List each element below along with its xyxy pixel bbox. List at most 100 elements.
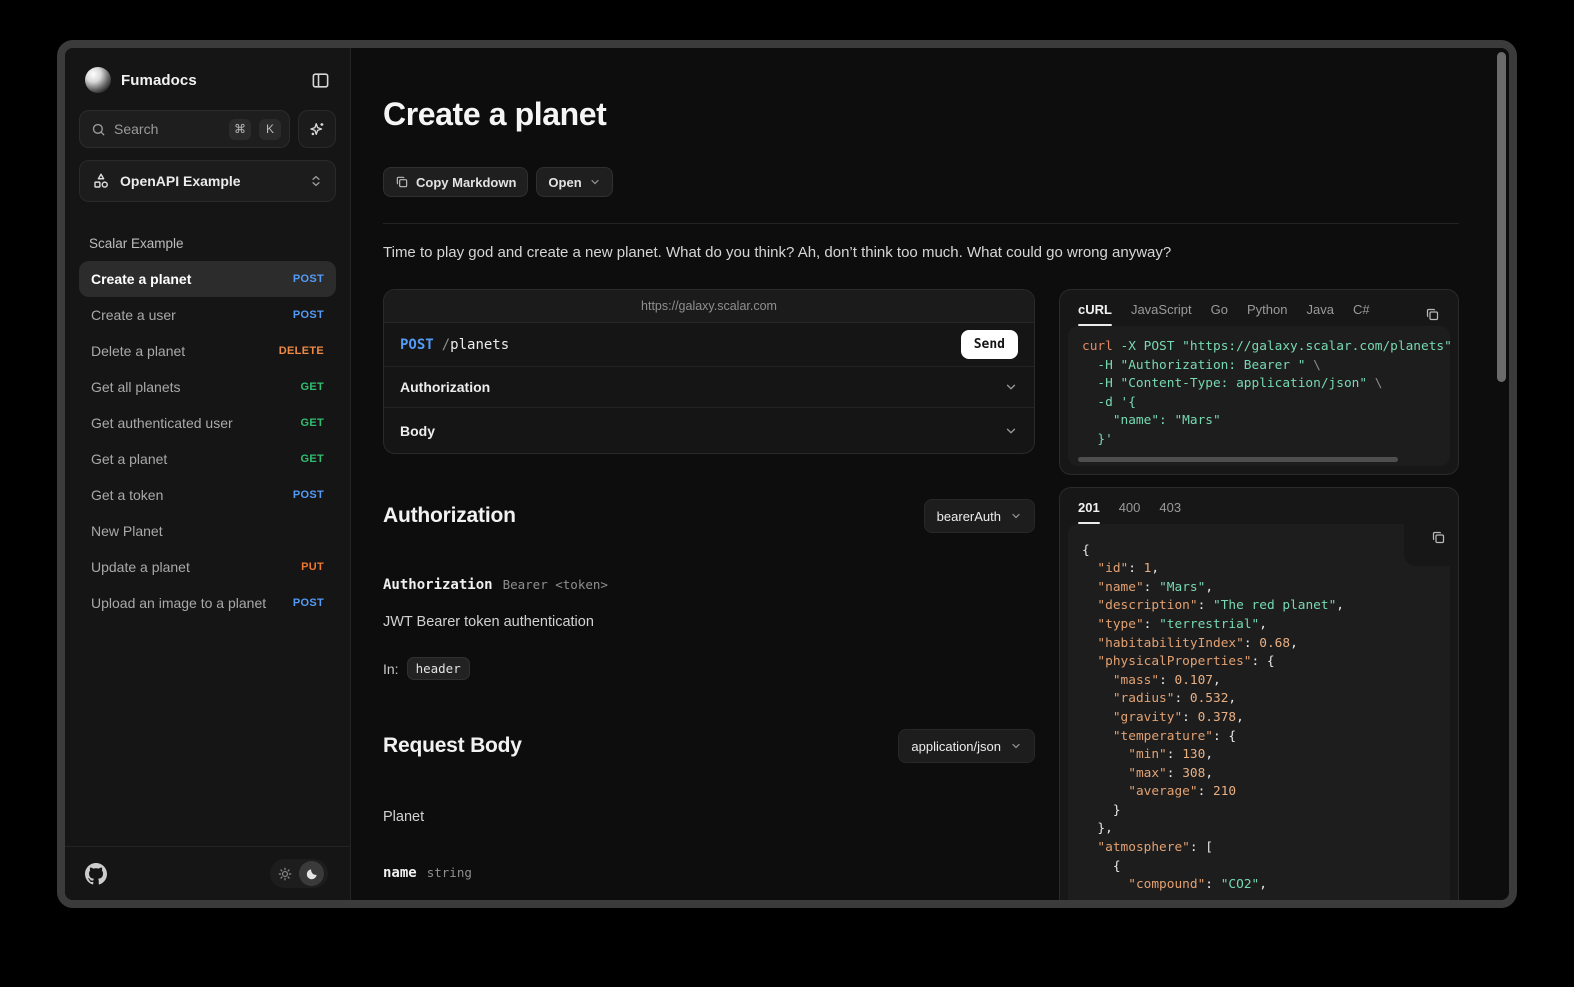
- window-scrollbar-thumb[interactable]: [1497, 52, 1506, 382]
- lang-tab-python[interactable]: Python: [1247, 302, 1287, 326]
- copy-markdown-button[interactable]: Copy Markdown: [383, 167, 528, 197]
- sidebar-item-delete-a-planet[interactable]: Delete a planetDELETE: [79, 333, 336, 369]
- sidebar-item-new-planet[interactable]: New Planet: [79, 513, 336, 549]
- authorization-collapsible[interactable]: Authorization: [384, 366, 1034, 407]
- kbd-k: K: [259, 119, 281, 140]
- sidebar-item-label: Upload an image to a planet: [91, 595, 293, 611]
- auth-scheme-select[interactable]: bearerAuth: [924, 499, 1035, 533]
- theme-toggle[interactable]: [270, 859, 328, 888]
- code-line: "compound": "CO2",: [1082, 876, 1436, 895]
- sidebar-item-upload-an-image-to-a-planet[interactable]: Upload an image to a planetPOST: [79, 585, 336, 621]
- code-line: }: [1082, 802, 1436, 821]
- field-row-name: name string: [383, 865, 1035, 881]
- method-badge: POST: [293, 309, 324, 321]
- content-type-value: application/json: [911, 739, 1001, 754]
- response-status-tabs: 201 400 403: [1068, 496, 1450, 524]
- auth-scheme-value: bearerAuth: [937, 509, 1001, 524]
- sidebar-item-get-a-planet[interactable]: Get a planetGET: [79, 441, 336, 477]
- body-collapsible[interactable]: Body: [384, 407, 1034, 453]
- kbd-cmd: ⌘: [229, 119, 251, 140]
- body-collapsible-label: Body: [400, 423, 1004, 439]
- code-line: "temperature": {: [1082, 728, 1436, 747]
- sidebar-item-label: Create a user: [91, 307, 293, 323]
- search-input[interactable]: Search ⌘ K: [79, 110, 290, 148]
- status-tab-403[interactable]: 403: [1159, 500, 1181, 524]
- sidebar: Fumadocs Search ⌘ K: [65, 48, 351, 900]
- code-line: "max": 308,: [1082, 765, 1436, 784]
- ai-search-button[interactable]: [298, 110, 336, 148]
- content-type-select[interactable]: application/json: [898, 729, 1035, 763]
- response-panel: 201 400 403 { "id": 1, "name": "Mars", "de…: [1059, 487, 1459, 900]
- field-type: string: [427, 865, 472, 880]
- base-url-bar: https://galaxy.scalar.com: [384, 290, 1034, 323]
- method-badge: GET: [300, 381, 324, 393]
- response-code-block: { "id": 1, "name": "Mars", "description"…: [1068, 524, 1450, 900]
- code-line: "radius": 0.532,: [1082, 690, 1436, 709]
- brand-title: Fumadocs: [121, 72, 197, 89]
- curl-code-block: curl -X POST "https://galaxy.scalar.com/…: [1068, 326, 1450, 466]
- method-badge: DELETE: [279, 345, 324, 357]
- open-label: Open: [548, 175, 581, 190]
- lang-tab-go[interactable]: Go: [1211, 302, 1228, 326]
- sidebar-item-get-a-token[interactable]: Get a tokenPOST: [79, 477, 336, 513]
- auth-field-type: Bearer <token>: [503, 577, 608, 592]
- send-button[interactable]: Send: [961, 330, 1018, 359]
- response-copy-notch: [1404, 524, 1450, 566]
- copy-icon[interactable]: [1431, 530, 1446, 545]
- status-tab-400[interactable]: 400: [1119, 500, 1141, 524]
- method-badge: PUT: [301, 561, 324, 573]
- sidebar-item-label: Delete a planet: [91, 343, 279, 359]
- sidebar-item-label: Get a planet: [91, 451, 300, 467]
- code-line: "gravity": 0.378,: [1082, 709, 1436, 728]
- shapes-icon: [92, 172, 110, 190]
- chevron-down-icon: [1004, 380, 1018, 394]
- code-line: curl -X POST "https://galaxy.scalar.com/…: [1082, 338, 1436, 357]
- search-icon: [91, 122, 106, 137]
- sidebar-item-update-a-planet[interactable]: Update a planetPUT: [79, 549, 336, 585]
- lang-tab-javascript[interactable]: JavaScript: [1131, 302, 1192, 326]
- sidebar-item-get-authenticated-user[interactable]: Get authenticated userGET: [79, 405, 336, 441]
- code-line: },: [1082, 820, 1436, 839]
- code-sample-panel: cURL JavaScript Go Python Java C# curl -X POS…: [1059, 289, 1459, 475]
- copy-icon[interactable]: [1425, 307, 1440, 322]
- sparkles-icon: [308, 120, 326, 138]
- sidebar-collapse-icon[interactable]: [311, 71, 330, 90]
- code-line: {: [1082, 858, 1436, 877]
- lang-tab-java[interactable]: Java: [1306, 302, 1333, 326]
- code-line: "name": "Mars",: [1082, 579, 1436, 598]
- method-badge: POST: [293, 273, 324, 285]
- auth-field-name: Authorization: [383, 577, 493, 593]
- status-tab-201[interactable]: 201: [1078, 500, 1100, 524]
- divider: [383, 223, 1459, 224]
- schema-name: Planet: [383, 809, 1035, 825]
- endpoint-path: /planets: [442, 337, 509, 353]
- sidebar-item-label: New Planet: [91, 523, 324, 539]
- chevrons-up-down-icon: [309, 174, 323, 188]
- code-line: "description": "The red planet",: [1082, 597, 1436, 616]
- open-button[interactable]: Open: [536, 167, 612, 197]
- sidebar-item-create-a-planet[interactable]: Create a planetPOST: [79, 261, 336, 297]
- sidebar-section-label: Scalar Example: [89, 236, 326, 251]
- authorization-collapsible-label: Authorization: [400, 379, 1004, 395]
- lang-tab-curl[interactable]: cURL: [1078, 302, 1112, 326]
- http-method: POST: [400, 337, 434, 353]
- search-placeholder: Search: [114, 121, 221, 137]
- api-spec-select[interactable]: OpenAPI Example: [79, 160, 336, 202]
- app-window: Fumadocs Search ⌘ K: [57, 40, 1517, 908]
- github-icon[interactable]: [85, 863, 107, 885]
- field-name: name: [383, 865, 417, 881]
- sidebar-footer: [65, 846, 350, 900]
- sun-icon[interactable]: [272, 861, 297, 886]
- sidebar-item-get-all-planets[interactable]: Get all planetsGET: [79, 369, 336, 405]
- page-actions: Copy Markdown Open: [383, 167, 1459, 197]
- horizontal-scrollbar-thumb[interactable]: [1078, 457, 1398, 462]
- code-line: {: [1082, 542, 1436, 561]
- code-line: "name": "Mars": [1082, 412, 1436, 431]
- sidebar-item-label: Get authenticated user: [91, 415, 300, 431]
- sidebar-item-create-a-user[interactable]: Create a userPOST: [79, 297, 336, 333]
- code-line: -d '{: [1082, 394, 1436, 413]
- lang-tab-c[interactable]: C#: [1353, 302, 1370, 326]
- method-badge: GET: [300, 453, 324, 465]
- moon-icon[interactable]: [299, 861, 324, 886]
- in-label: In:: [383, 661, 399, 677]
